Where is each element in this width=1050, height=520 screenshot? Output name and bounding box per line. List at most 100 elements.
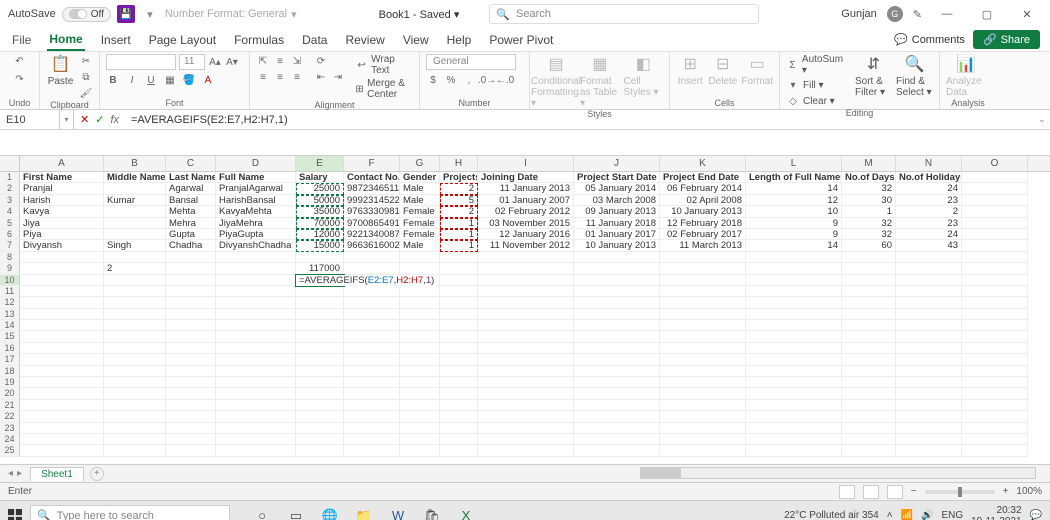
cell-I15[interactable]: [478, 331, 574, 342]
cell-O15[interactable]: [962, 331, 1028, 342]
tray-volume-icon[interactable]: 🔊: [921, 510, 933, 520]
column-header-D[interactable]: D: [216, 156, 296, 171]
cell-B5[interactable]: [104, 218, 166, 229]
cell-G14[interactable]: [400, 320, 440, 331]
cell-O20[interactable]: [962, 388, 1028, 399]
cell-A4[interactable]: Kavya: [20, 206, 104, 217]
cell-H1[interactable]: Projects: [440, 172, 478, 183]
cell-A20[interactable]: [20, 388, 104, 399]
cell-A15[interactable]: [20, 331, 104, 342]
cell-E13[interactable]: [296, 309, 344, 320]
align-center-icon[interactable]: ≡: [273, 70, 287, 84]
cell-G25[interactable]: [400, 445, 440, 456]
tab-review[interactable]: Review: [343, 30, 386, 50]
delete-cells-button[interactable]: ⊟Delete: [708, 54, 737, 87]
cell-O21[interactable]: [962, 400, 1028, 411]
cell-N17[interactable]: [896, 354, 962, 365]
cell-J15[interactable]: [574, 331, 660, 342]
cell-H18[interactable]: [440, 366, 478, 377]
cell-G4[interactable]: Female: [400, 206, 440, 217]
cell-A6[interactable]: Piya: [20, 229, 104, 240]
cell-C11[interactable]: [166, 286, 216, 297]
column-header-I[interactable]: I: [478, 156, 574, 171]
zoom-level[interactable]: 100%: [1016, 486, 1042, 497]
row-header-7[interactable]: 7: [0, 240, 20, 251]
zoom-out-icon[interactable]: −: [911, 486, 917, 497]
cell-F1[interactable]: Contact No.: [344, 172, 400, 183]
dec-decimal-icon[interactable]: ←.0: [498, 73, 512, 87]
cell-A10[interactable]: [20, 275, 104, 286]
cell-D6[interactable]: PiyaGupta: [216, 229, 296, 240]
cell-O23[interactable]: [962, 423, 1028, 434]
cell-D22[interactable]: [216, 411, 296, 422]
cell-H13[interactable]: [440, 309, 478, 320]
tray-language[interactable]: ENG: [941, 510, 963, 520]
cell-G2[interactable]: Male: [400, 183, 440, 194]
cell-L2[interactable]: 14: [746, 183, 842, 194]
cell-K3[interactable]: 02 April 2008: [660, 195, 746, 206]
cell-J4[interactable]: 09 January 2013: [574, 206, 660, 217]
cell-F25[interactable]: [344, 445, 400, 456]
cell-F24[interactable]: [344, 434, 400, 445]
currency-icon[interactable]: $: [426, 73, 440, 87]
add-sheet-button[interactable]: +: [90, 467, 104, 481]
cell-O8[interactable]: [962, 252, 1028, 263]
cell-I17[interactable]: [478, 354, 574, 365]
cell-I21[interactable]: [478, 400, 574, 411]
cell-F11[interactable]: [344, 286, 400, 297]
cell-O18[interactable]: [962, 366, 1028, 377]
cell-O11[interactable]: [962, 286, 1028, 297]
cell-M1[interactable]: No.of Days: [842, 172, 896, 183]
cell-O25[interactable]: [962, 445, 1028, 456]
cell-M19[interactable]: [842, 377, 896, 388]
sheet-nav-prev-icon[interactable]: ◂: [8, 468, 13, 479]
column-header-A[interactable]: A: [20, 156, 104, 171]
row-header-8[interactable]: 8: [0, 252, 20, 263]
save-button[interactable]: 💾: [117, 5, 135, 23]
cell-L5[interactable]: 9: [746, 218, 842, 229]
align-top-icon[interactable]: ⇱: [256, 54, 270, 68]
cell-M9[interactable]: [842, 263, 896, 274]
cell-L6[interactable]: 9: [746, 229, 842, 240]
cell-E14[interactable]: [296, 320, 344, 331]
close-button[interactable]: ✕: [1012, 0, 1042, 28]
row-header-21[interactable]: 21: [0, 400, 20, 411]
cell-C23[interactable]: [166, 423, 216, 434]
cell-G23[interactable]: [400, 423, 440, 434]
cell-G9[interactable]: [400, 263, 440, 274]
cell-M5[interactable]: 32: [842, 218, 896, 229]
cell-F8[interactable]: [344, 252, 400, 263]
column-header-F[interactable]: F: [344, 156, 400, 171]
cell-E7[interactable]: 15000: [296, 240, 344, 251]
cell-D1[interactable]: Full Name: [216, 172, 296, 183]
cell-J12[interactable]: [574, 297, 660, 308]
cell-D24[interactable]: [216, 434, 296, 445]
tray-chevron-icon[interactable]: ˄: [887, 510, 893, 520]
cell-A9[interactable]: [20, 263, 104, 274]
cell-L8[interactable]: [746, 252, 842, 263]
cell-E15[interactable]: [296, 331, 344, 342]
cell-D3[interactable]: HarishBansal: [216, 195, 296, 206]
cell-J17[interactable]: [574, 354, 660, 365]
fill-color-icon[interactable]: 🪣: [182, 73, 196, 87]
cell-O19[interactable]: [962, 377, 1028, 388]
cell-O22[interactable]: [962, 411, 1028, 422]
cell-G6[interactable]: Female: [400, 229, 440, 240]
cell-D13[interactable]: [216, 309, 296, 320]
cell-J11[interactable]: [574, 286, 660, 297]
cell-E24[interactable]: [296, 434, 344, 445]
taskbar-search[interactable]: 🔍 Type here to search: [30, 505, 230, 520]
cell-H23[interactable]: [440, 423, 478, 434]
cut-icon[interactable]: ✂: [79, 54, 93, 68]
cell-B1[interactable]: Middle Name: [104, 172, 166, 183]
cell-K4[interactable]: 10 January 2013: [660, 206, 746, 217]
cell-G18[interactable]: [400, 366, 440, 377]
cell-H22[interactable]: [440, 411, 478, 422]
cell-G24[interactable]: [400, 434, 440, 445]
cell-C17[interactable]: [166, 354, 216, 365]
cell-A7[interactable]: Divyansh: [20, 240, 104, 251]
cell-D20[interactable]: [216, 388, 296, 399]
cell-N15[interactable]: [896, 331, 962, 342]
cell-C2[interactable]: Agarwal: [166, 183, 216, 194]
row-header-19[interactable]: 19: [0, 377, 20, 388]
